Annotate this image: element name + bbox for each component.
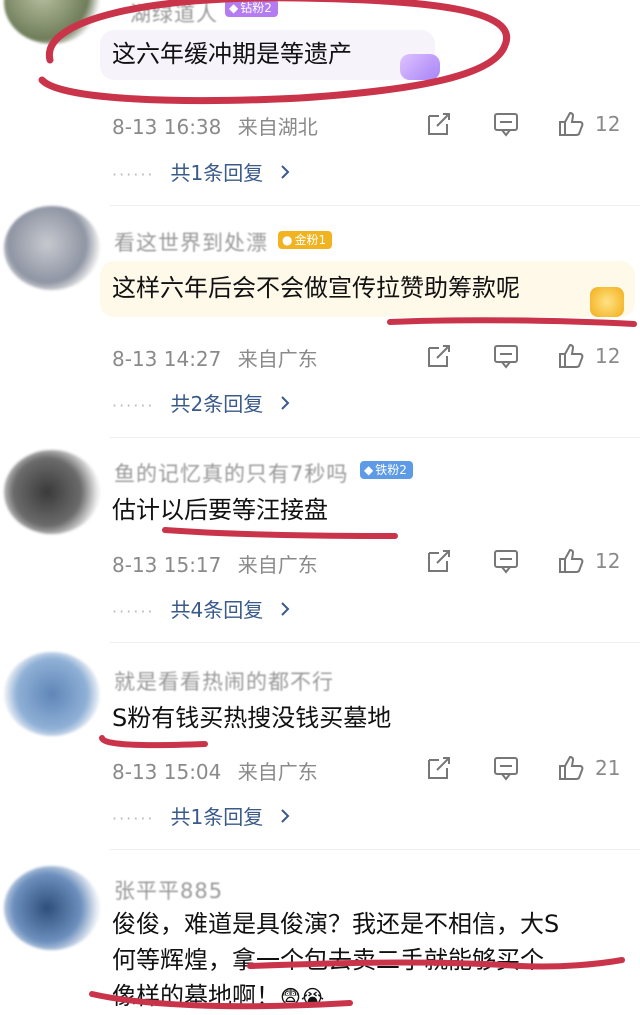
username[interactable]: 湖绿道人: [130, 0, 218, 28]
avatar[interactable]: [4, 206, 100, 290]
reply-link[interactable]: ······ 共1条回复: [112, 801, 292, 830]
divider: [110, 642, 640, 643]
gold-medal-icon: ●: [282, 233, 293, 247]
like-icon[interactable]: [557, 342, 585, 370]
chevron-right-icon: [280, 809, 290, 823]
comment-actions: 12: [420, 342, 630, 370]
reply-link[interactable]: ······ 共2条回复: [112, 388, 292, 417]
reply-dots: ······: [112, 602, 155, 621]
like-icon[interactable]: [557, 754, 585, 782]
username[interactable]: 张平平885: [114, 875, 223, 905]
diamond-icon: ◆: [364, 463, 374, 477]
share-icon[interactable]: [425, 110, 453, 138]
avatar[interactable]: [4, 0, 100, 44]
comment-text[interactable]: 这样六年后会不会做宣传拉赞助筹款呢: [112, 270, 520, 306]
reply-count[interactable]: 共1条回复: [171, 161, 264, 185]
comment-actions: 21: [420, 754, 630, 782]
divider: [110, 849, 640, 850]
comment-location: 来自广东: [237, 760, 318, 784]
comment-text[interactable]: 估计以后要等汪接盘: [112, 492, 328, 528]
badge-label: 钻粉2: [240, 1, 272, 15]
bubble-decoration-icon: [400, 54, 440, 80]
fan-badge: ◆ 铁粉2: [360, 461, 413, 479]
comment-meta: 8-13 14:27 来自广东: [112, 343, 318, 372]
comment-meta: 8-13 16:38 来自湖北: [112, 111, 318, 140]
ink-underline-mark: [387, 317, 637, 327]
comment-actions: 12: [420, 110, 630, 138]
username[interactable]: 鱼的记忆真的只有7秒吗: [114, 458, 348, 488]
share-icon[interactable]: [425, 342, 453, 370]
ink-underline-mark: [99, 735, 208, 749]
diamond-icon: ◆: [229, 1, 239, 15]
reply-dots: ······: [112, 396, 155, 415]
like-icon[interactable]: [557, 110, 585, 138]
reply-link[interactable]: ······ 共4条回复: [112, 594, 292, 623]
comment-meta: 8-13 15:04 来自广东: [112, 756, 318, 785]
comment-icon[interactable]: [492, 342, 520, 370]
comment-location: 来自湖北: [237, 115, 318, 139]
reply-dots: ······: [112, 809, 155, 828]
comment-icon[interactable]: [492, 110, 520, 138]
like-count: 12: [595, 344, 621, 368]
fan-badge: ◆ 钻粉2: [225, 0, 278, 17]
comment-text-tail: 像样的墓地啊！: [112, 982, 280, 1010]
divider: [110, 437, 640, 438]
username[interactable]: 就是看看热闹的都不行: [114, 666, 334, 696]
emoji: 😨😭: [280, 985, 325, 1009]
like-icon[interactable]: [557, 547, 585, 575]
comment-location: 来自广东: [237, 553, 318, 577]
reply-dots: ······: [112, 165, 155, 184]
comment-icon[interactable]: [492, 547, 520, 575]
comment-meta: 8-13 15:17 来自广东: [112, 549, 318, 578]
comment-time: 8-13 15:04: [112, 760, 222, 784]
chevron-right-icon: [280, 396, 290, 410]
comment-text[interactable]: 这六年缓冲期是等遗产: [112, 36, 352, 72]
avatar[interactable]: [4, 652, 100, 736]
share-icon[interactable]: [425, 754, 453, 782]
reply-count[interactable]: 共1条回复: [171, 805, 264, 829]
chevron-right-icon: [280, 602, 290, 616]
reply-link[interactable]: ······ 共1条回复: [112, 157, 292, 186]
comment-text-line[interactable]: 像样的墓地啊！😨😭: [112, 978, 324, 1015]
divider: [110, 205, 640, 206]
avatar[interactable]: [4, 866, 100, 950]
comment-text-line[interactable]: 俊俊，难道是具俊演？我还是不相信，大S: [112, 906, 559, 942]
badge-label: 铁粉2: [375, 463, 407, 477]
comment-icon[interactable]: [492, 754, 520, 782]
comment-time: 8-13 16:38: [112, 115, 222, 139]
comment-actions: 12: [420, 547, 630, 575]
reply-count[interactable]: 共4条回复: [171, 598, 264, 622]
like-count: 21: [595, 756, 621, 780]
comment-text-line[interactable]: 何等辉煌，拿一个包去卖二手就能够买个: [112, 942, 544, 978]
badge-label: 金粉1: [294, 233, 327, 247]
like-count: 12: [595, 112, 621, 136]
chevron-right-icon: [280, 165, 290, 179]
like-count: 12: [595, 549, 621, 573]
gold-crown-icon: [590, 287, 624, 317]
comment-time: 8-13 15:17: [112, 553, 222, 577]
username[interactable]: 看这世界到处漂: [114, 227, 268, 257]
comment-text[interactable]: S粉有钱买热搜没钱买墓地: [112, 700, 391, 736]
fan-badge: ● 金粉1: [278, 231, 333, 249]
share-icon[interactable]: [425, 547, 453, 575]
ink-underline-mark: [162, 527, 398, 539]
reply-count[interactable]: 共2条回复: [171, 392, 264, 416]
comment-time: 8-13 14:27: [112, 347, 222, 371]
comment-location: 来自广东: [237, 347, 318, 371]
avatar[interactable]: [4, 450, 100, 534]
